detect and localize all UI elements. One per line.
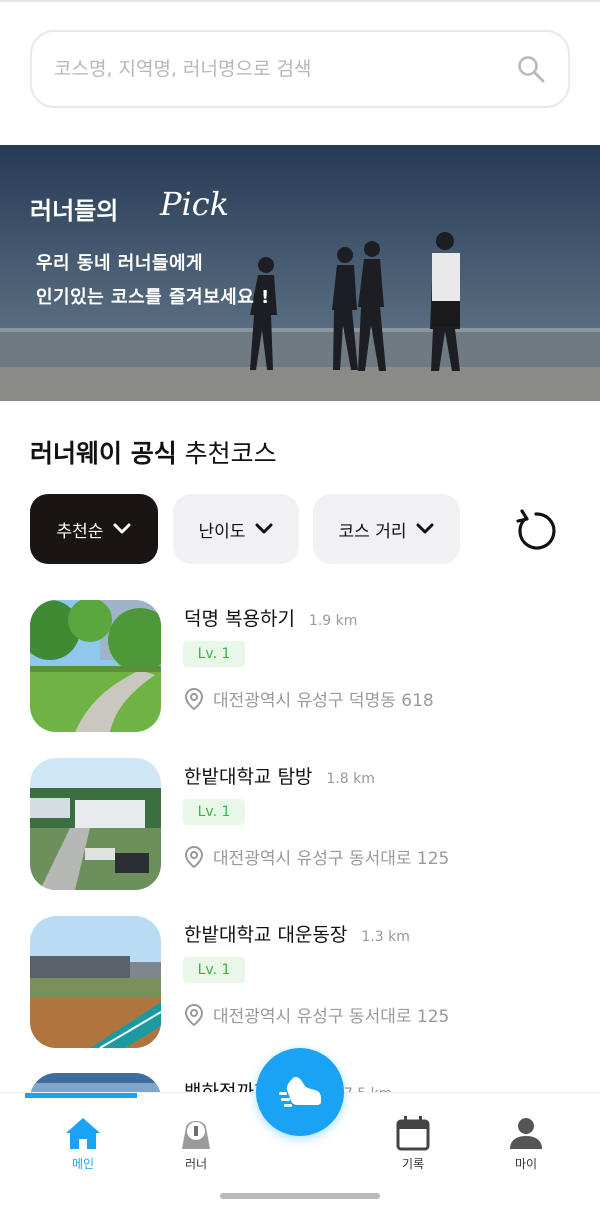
runner-icon (182, 1121, 210, 1149)
course-address-text: 대전광역시 유성구 동서대로 125 (213, 1007, 450, 1027)
course-title: 한밭대학교 탐방 (184, 766, 313, 788)
course-item[interactable]: 덕명 복용하기 1.9 km Lv. 1 대전광역시 유성구 덕명동 618 (30, 600, 590, 732)
course-distance: 1.9 km (308, 613, 358, 629)
filter-chip-distance[interactable]: 코스 거리 (313, 494, 460, 564)
course-distance: 1.3 km (361, 929, 410, 945)
home-indicator (220, 1193, 380, 1199)
nav-item-my[interactable]: 마이 (486, 1115, 566, 1172)
level-badge: Lv. 1 (183, 957, 245, 983)
location-pin-icon (184, 1003, 204, 1026)
banner-title: 러너들의 (30, 197, 119, 225)
home-icon (66, 1118, 100, 1149)
calendar-icon (396, 1116, 430, 1151)
course-distance: 1.8 km (326, 771, 375, 787)
course-item[interactable]: 한밭대학교 탐방 1.8 km Lv. 1 대전광역시 유성구 동서대로 125 (30, 758, 590, 890)
filter-chip-label: 난이도 (198, 521, 246, 542)
course-address: 대전광역시 유성구 동서대로 125 (183, 1002, 449, 1027)
running-shoe-icon (279, 1076, 321, 1107)
course-address-text: 대전광역시 유성구 덕명동 618 (213, 691, 434, 711)
search-icon[interactable] (516, 54, 546, 84)
course-title: 한밭대학교 대운동장 (184, 924, 348, 946)
banner-subtitle-line1: 우리 동네 러너들에게 (36, 253, 204, 274)
nav-label: 러너 (184, 1157, 208, 1171)
section-title: 러너웨이 공식 추천코스 (30, 434, 277, 470)
course-thumbnail (30, 600, 161, 732)
nav-item-runner[interactable]: 러너 (156, 1115, 236, 1172)
banner-title-script: Pick (160, 185, 230, 223)
chevron-down-icon (416, 523, 434, 534)
nav-item-main[interactable]: 메인 (43, 1115, 123, 1172)
nav-label: 메인 (71, 1157, 95, 1171)
filter-chip-label: 코스 거리 (338, 521, 407, 542)
level-badge: Lv. 1 (183, 799, 245, 825)
search-input[interactable] (54, 58, 516, 80)
course-name: 한밭대학교 탐방 1.8 km (184, 762, 375, 789)
course-name: 덕명 복용하기 1.9 km (184, 604, 357, 631)
filter-chip-sort[interactable]: 추천순 (30, 494, 158, 564)
profile-icon (510, 1118, 542, 1149)
reset-icon[interactable] (512, 506, 560, 554)
course-thumbnail (30, 758, 161, 890)
course-thumbnail (30, 916, 161, 1048)
chevron-down-icon (113, 523, 131, 534)
top-divider (0, 0, 600, 2)
level-badge: Lv. 1 (183, 641, 245, 667)
section-title-bold: 러너웨이 공식 (30, 439, 177, 468)
course-address: 대전광역시 유성구 동서대로 125 (183, 844, 449, 869)
filter-chip-difficulty[interactable]: 난이도 (173, 494, 299, 564)
course-item[interactable]: 한밭대학교 대운동장 1.3 km Lv. 1 대전광역시 유성구 동서대로 12… (30, 916, 590, 1048)
location-pin-icon (184, 845, 204, 868)
course-name: 한밭대학교 대운동장 1.3 km (184, 920, 410, 947)
location-pin-icon (184, 687, 204, 710)
search-bar[interactable] (30, 30, 570, 108)
filter-chip-label: 추천순 (56, 521, 104, 542)
course-address-text: 대전광역시 유성구 동서대로 125 (213, 849, 450, 869)
nav-label: 기록 (401, 1157, 425, 1171)
chevron-down-icon (255, 523, 273, 534)
section-title-rest: 추천코스 (184, 439, 277, 468)
nav-label: 마이 (514, 1157, 538, 1171)
active-tab-indicator (25, 1093, 137, 1098)
course-title: 덕명 복용하기 (184, 608, 295, 630)
start-run-button[interactable] (256, 1048, 344, 1136)
course-address: 대전광역시 유성구 덕명동 618 (183, 686, 434, 711)
promo-banner[interactable]: 러너들의 Pick 우리 동네 러너들에게 인기있는 코스를 즐겨보세요 ! (0, 145, 600, 401)
nav-item-record[interactable]: 기록 (373, 1115, 453, 1172)
banner-subtitle-line2: 인기있는 코스를 즐겨보세요 ! (36, 287, 270, 308)
